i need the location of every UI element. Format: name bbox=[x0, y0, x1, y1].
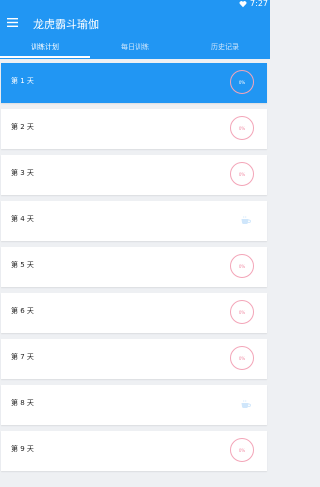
progress-ring: 0% bbox=[230, 254, 254, 278]
status-bar: 7:27 bbox=[0, 0, 270, 9]
progress-ring: 0% bbox=[230, 300, 254, 324]
progress-ring: 0% bbox=[230, 346, 254, 370]
tab-daily-training[interactable]: 每日训练 bbox=[90, 37, 180, 59]
day-row[interactable]: 第 2 天 0% bbox=[1, 109, 267, 149]
tab-bar: 训练计划 每日训练 历史记录 bbox=[0, 37, 270, 59]
day-label: 第 4 天 bbox=[11, 215, 34, 223]
day-label: 第 1 天 bbox=[11, 77, 34, 85]
day-row[interactable]: 第 9 天 0% bbox=[1, 431, 267, 471]
progress-percent: 0% bbox=[238, 171, 246, 177]
day-label: 第 3 天 bbox=[11, 169, 34, 177]
heart-icon bbox=[239, 0, 247, 7]
progress-ring: 0% bbox=[230, 116, 254, 140]
progress-percent: 0% bbox=[238, 355, 246, 361]
day-row[interactable]: 第 8 天 bbox=[1, 385, 267, 425]
day-row[interactable]: 第 5 天 0% bbox=[1, 247, 267, 287]
day-row[interactable]: 第 6 天 0% bbox=[1, 293, 267, 333]
day-row[interactable]: 第 4 天 bbox=[1, 201, 267, 241]
day-label: 第 2 天 bbox=[11, 123, 34, 131]
progress-ring: 0% bbox=[230, 438, 254, 462]
progress-percent: 0% bbox=[238, 263, 246, 269]
day-label: 第 8 天 bbox=[11, 399, 34, 407]
progress-ring: 0% bbox=[230, 162, 254, 186]
status-indicators: 7:27 bbox=[239, 0, 268, 8]
app-title: 龙虎霸斗瑜伽 bbox=[33, 18, 99, 31]
app-screen: 7:27 龙虎霸斗瑜伽 训练计划 每日训练 历史记录 第 1 天 0% 第 2 天 0… bbox=[0, 0, 270, 487]
day-row[interactable]: 第 7 天 0% bbox=[1, 339, 267, 379]
progress-percent: 0% bbox=[238, 79, 246, 85]
day-label: 第 5 天 bbox=[11, 261, 34, 269]
tab-indicator bbox=[0, 56, 90, 58]
day-label: 第 9 天 bbox=[11, 445, 34, 453]
toolbar: 龙虎霸斗瑜伽 bbox=[0, 9, 270, 37]
day-row[interactable]: 第 3 天 0% bbox=[1, 155, 267, 195]
tab-history[interactable]: 历史记录 bbox=[180, 37, 270, 59]
progress-percent: 0% bbox=[238, 309, 246, 315]
day-label: 第 7 天 bbox=[11, 353, 34, 361]
progress-percent: 0% bbox=[238, 447, 246, 453]
progress-ring: 0% bbox=[230, 70, 254, 94]
menu-icon[interactable] bbox=[7, 18, 18, 27]
day-row[interactable]: 第 1 天 0% bbox=[1, 63, 267, 103]
day-list: 第 1 天 0% 第 2 天 0% 第 3 天 0% 第 4 天第 5 天 0% 第 6 天 0%… bbox=[0, 59, 270, 487]
progress-percent: 0% bbox=[238, 125, 246, 131]
teacup-icon bbox=[241, 215, 251, 224]
status-time: 7:27 bbox=[250, 0, 268, 8]
teacup-icon bbox=[241, 399, 251, 408]
day-label: 第 6 天 bbox=[11, 307, 34, 315]
